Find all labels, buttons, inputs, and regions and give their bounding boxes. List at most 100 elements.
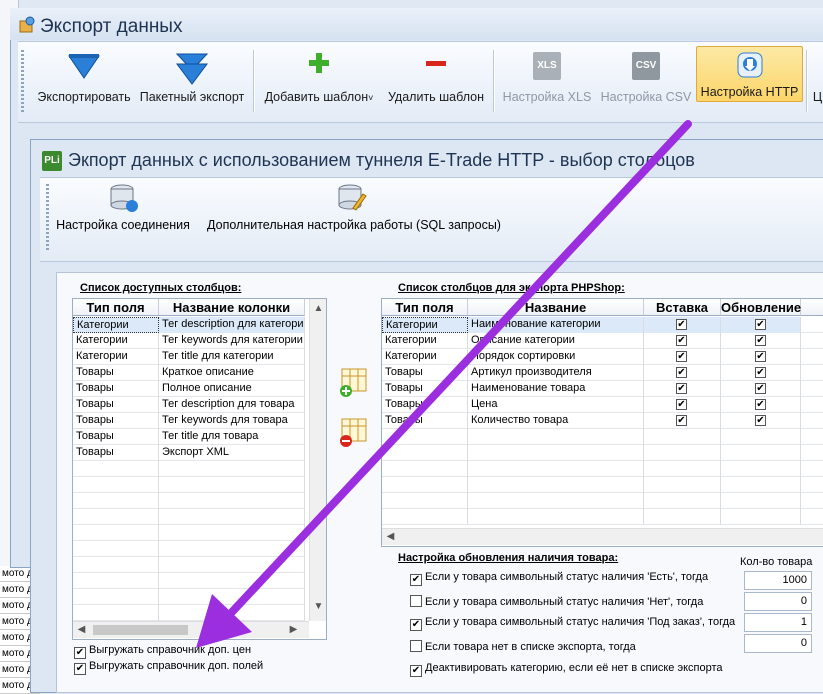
table-row[interactable]: Товары Тег keywords для товара [73,413,305,429]
batch-export-button[interactable]: Пакетный экспорт [134,42,250,114]
xls-settings-button[interactable]: XLS Настройка XLS [498,42,596,114]
stock-option-not-available[interactable]: Если у товара символьный статус наличия … [410,595,703,608]
column-header-insert[interactable]: Вставка [644,299,721,316]
available-columns-caption: Список доступных столбцов: [80,282,242,294]
insert-checkbox[interactable]: ✔ [676,399,687,410]
add-template-button[interactable]: Добавить шаблон˅ [258,42,380,114]
export-fields-option[interactable]: ✔ Выгружать справочник доп. полей [74,660,263,675]
batch-export-icon [175,53,209,85]
table-row[interactable]: Товары Цена ✔ ✔ [382,397,823,413]
http-settings-label: Настройка HTTP [700,85,799,99]
checkbox[interactable]: ✔ [410,619,422,631]
checkbox[interactable]: ✔ [74,647,86,659]
stock-option-in-stock[interactable]: ✔ Если у товара символьный статус наличия… [410,571,708,586]
insert-checkbox[interactable]: ✔ [676,383,687,394]
empty-row [73,477,305,493]
column-header-column-name[interactable]: Название колонки [159,299,305,316]
table-row[interactable]: Товары Наименование товара ✔ ✔ [382,381,823,397]
table-row[interactable]: Категории Описание категории ✔ ✔ [382,333,823,349]
cell-name: Описание категории [468,333,644,349]
insert-checkbox[interactable]: ✔ [676,351,687,362]
delete-template-button[interactable]: Удалить шаблон [382,42,490,114]
extra-settings-button[interactable]: Дополнительная настройка работы (SQL зап… [198,178,510,254]
scroll-left-icon[interactable]: ◀ [73,624,90,635]
checkbox[interactable] [410,595,422,607]
toolbar-grip[interactable] [21,50,24,112]
cell-field-type: Товары [73,413,159,429]
table-row[interactable]: Категории Тег title для категории [73,349,305,365]
table-row[interactable]: Товары Количество товара ✔ ✔ [382,413,823,429]
xls-icon: XLS [533,52,561,80]
export-label: Экспортировать [37,90,131,104]
checkbox[interactable]: ✔ [410,574,422,586]
stock-option-on-order[interactable]: ✔ Если у товара символьный статус наличия… [410,616,735,631]
horizontal-scrollbar[interactable]: ◀ [382,528,823,545]
cell-column-name: Тег title для товара [159,429,305,445]
table-row[interactable]: Категории Тег description для категории [73,317,305,333]
insert-checkbox[interactable]: ✔ [676,335,687,346]
column-header-name[interactable]: Название [468,299,644,316]
update-checkbox[interactable]: ✔ [755,383,766,394]
empty-row [73,525,305,541]
table-row[interactable]: Товары Экспорт XML [73,445,305,461]
cell-field-type: Товары [73,445,159,461]
quantity-in-stock-field[interactable]: 1000 [744,571,812,590]
update-checkbox[interactable]: ✔ [755,351,766,362]
quantity-not-in-list-field[interactable]: 0 [744,634,812,653]
insert-checkbox[interactable]: ✔ [676,319,687,330]
batch-export-label: Пакетный экспорт [139,90,245,104]
quantity-not-available-field[interactable]: 0 [744,592,812,611]
scroll-up-icon[interactable]: ▲ [310,303,326,314]
update-checkbox[interactable]: ✔ [755,335,766,346]
available-columns-grid[interactable]: Тип поля Название колонки Категории Тег … [72,298,327,640]
deactivate-category-option[interactable]: ✔ Деактивировать категорию, если её нет в… [410,662,723,677]
checkbox[interactable]: ✔ [410,665,422,677]
table-row[interactable]: Категории Наименование категории ✔ ✔ [382,317,823,333]
http-settings-button[interactable]: Настройка HTTP [696,46,803,102]
table-row[interactable]: Товары Артикул производителя ✔ ✔ [382,365,823,381]
connection-settings-button[interactable]: Настройка соединения [52,178,194,254]
export-button[interactable]: Экспортировать [28,42,140,114]
cut-off-label: Ц [812,90,823,104]
insert-checkbox[interactable]: ✔ [676,415,687,426]
cell-field-type: Категории [382,317,468,333]
horizontal-scrollbar[interactable]: ◀ ▶ [73,621,309,638]
toolbar-grip[interactable] [46,184,49,250]
cell-column-name: Краткое описание [159,365,305,381]
checkbox[interactable]: ✔ [74,663,86,675]
table-row[interactable]: Категории Порядок сортировки ✔ ✔ [382,349,823,365]
toolbar-separator [493,50,495,112]
add-column-button[interactable] [338,367,368,397]
remove-column-button[interactable] [338,417,368,447]
vertical-scrollbar[interactable]: ▲ ▼ [309,299,326,621]
insert-checkbox[interactable]: ✔ [676,367,687,378]
update-checkbox[interactable]: ✔ [755,399,766,410]
column-header-field-type[interactable]: Тип поля [382,299,468,316]
csv-settings-button[interactable]: CSV Настройка CSV [596,42,696,114]
table-row[interactable]: Категории Тег keywords для категории [73,333,305,349]
stock-option-not-in-list[interactable]: Если товара нет в списке экспорта, тогда [410,640,636,653]
quantity-header: Кол-во товара [740,556,813,568]
checkbox[interactable] [410,640,422,652]
update-checkbox[interactable]: ✔ [755,367,766,378]
table-row[interactable]: Товары Тег title для товара [73,429,305,445]
empty-row [382,461,823,477]
cell-name: Наименование товара [468,381,644,397]
scroll-thumb[interactable] [93,625,188,635]
column-header-field-type[interactable]: Тип поля [73,299,159,316]
table-row[interactable]: Товары Краткое описание [73,365,305,381]
quantity-on-order-field[interactable]: 1 [744,613,812,632]
cut-off-button[interactable]: Ц [812,42,823,114]
cell-column-name: Полное описание [159,381,305,397]
csv-icon: CSV [632,52,660,80]
scroll-right-icon[interactable]: ▶ [285,624,302,635]
table-row[interactable]: Товары Полное описание [73,381,305,397]
export-columns-grid[interactable]: Тип поля Название Вставка Обновление Кат… [381,298,823,547]
update-checkbox[interactable]: ✔ [755,319,766,330]
scroll-left-icon[interactable]: ◀ [382,531,399,542]
scroll-down-icon[interactable]: ▼ [310,601,326,612]
export-prices-option[interactable]: ✔ Выгружать справочник доп. цен [74,644,251,659]
update-checkbox[interactable]: ✔ [755,415,766,426]
column-header-update[interactable]: Обновление [721,299,801,316]
table-row[interactable]: Товары Тег description для товара [73,397,305,413]
